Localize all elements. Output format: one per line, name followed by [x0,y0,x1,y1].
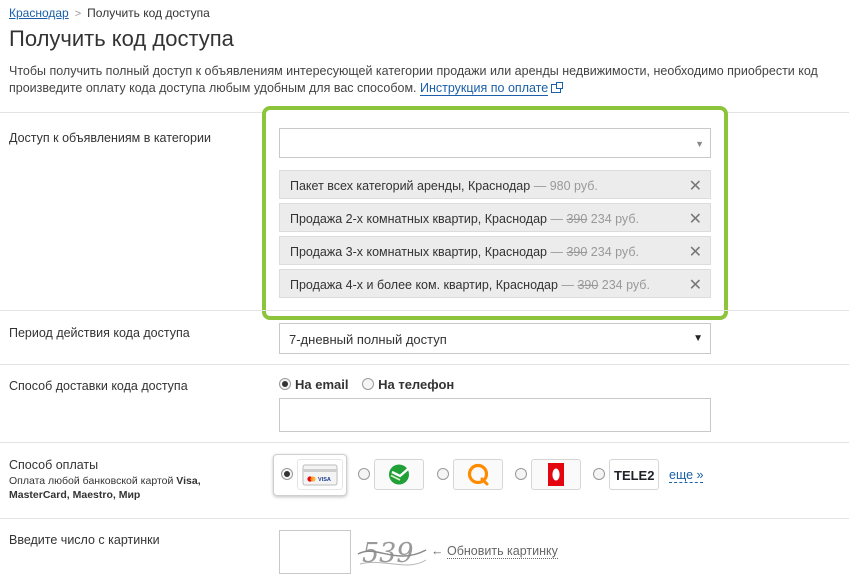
radio-icon[interactable] [593,468,605,480]
payment-sublabel-prefix: Оплата любой банковской картой [9,475,174,487]
payment-instructions-link[interactable]: Инструкция по оплате [420,81,549,96]
card-brand-label: VISA [318,477,331,483]
breadcrumb-current: Получить код доступа [87,6,210,20]
delivery-option-email-label: На email [295,377,349,392]
category-tag-price: 234 руб. [590,245,639,259]
category-tag-dash: — [550,212,563,226]
category-tag-dash: — [561,278,574,292]
radio-icon[interactable] [362,378,375,390]
category-tag-name: Пакет всех категорий аренды, Краснодар [290,179,531,193]
category-tag-price: 234 руб. [590,212,639,226]
breadcrumb: Краснодар > Получить код доступа [9,6,210,20]
category-tag-name: Продажа 2-х комнатных квартир, Краснодар [290,212,547,226]
category-select[interactable]: ▼ [279,128,711,158]
category-tag-old-price: 390 [566,245,588,259]
category-tag: Пакет всех категорий аренды, Краснодар —… [279,170,711,199]
bank-card-icon[interactable]: VISA [297,459,343,490]
tele2-graphic: TELE2 [614,468,654,483]
category-tag-dash: — [550,245,563,259]
captcha-label: Введите число с картинки [9,533,160,547]
delivery-options: На email На телефон [279,377,464,392]
breadcrumb-separator: > [74,8,82,20]
chevron-down-icon: ▼ [695,139,704,149]
mts-graphic [548,463,564,486]
period-select-value: 7-дневный полный доступ [289,332,447,347]
delivery-label: Способ доставки кода доступа [9,379,188,393]
category-tag-old-price: 390 [566,212,588,226]
external-link-icon [551,82,564,93]
remove-icon[interactable]: ✕ [689,242,702,262]
divider [0,518,849,519]
category-tag-price: 234 руб. [601,278,650,292]
category-tag: Продажа 4-х и более ком. квартир, Красно… [279,269,711,298]
mts-icon[interactable] [531,459,581,490]
category-tag: Продажа 2-х комнатных квартир, Краснодар… [279,203,711,232]
period-select[interactable]: 7-дневный полный доступ ▼ [279,323,711,354]
remove-icon[interactable]: ✕ [689,176,702,196]
remove-icon[interactable]: ✕ [689,209,702,229]
payment-label: Способ оплаты [9,458,99,472]
tele2-logo-text: TELE2 [614,468,654,483]
delivery-option-phone[interactable]: На телефон [362,377,454,392]
radio-selected-icon[interactable] [281,468,293,480]
captcha-digits: 539 [362,538,414,569]
sberbank-icon[interactable] [374,459,424,490]
qiwi-graphic [467,463,489,486]
category-tag: Продажа 3-х комнатных квартир, Краснодар… [279,236,711,265]
delivery-option-email[interactable]: На email [279,377,348,392]
captcha-input[interactable] [279,530,351,574]
more-payment-methods-link[interactable]: еще » [669,468,704,483]
period-label: Период действия кода доступа [9,326,190,340]
divider [0,442,849,443]
qiwi-icon[interactable] [453,459,503,490]
tele2-icon[interactable]: TELE2 [609,459,659,490]
arrow-left-icon: ← [431,544,444,558]
category-tag-dash: — [533,179,547,193]
radio-icon[interactable] [515,468,527,480]
category-tag-name: Продажа 3-х комнатных квартир, Краснодар [290,245,547,259]
intro-line-2: произведите оплату кода доступа любым уд… [9,81,417,95]
intro-line-1: Чтобы получить полный доступ к объявлени… [9,64,818,78]
refresh-captcha-link[interactable]: Обновить картинку [446,544,558,559]
payment-sublabel: Оплата любой банковской картой Visa, Mas… [9,474,239,502]
delivery-contact-input[interactable] [279,398,711,432]
categories-label: Доступ к объявлениям в категории [9,131,211,145]
intro-text: Чтобы получить полный доступ к объявлени… [9,63,849,97]
radio-selected-icon[interactable] [279,378,291,390]
divider [0,310,849,311]
remove-icon[interactable]: ✕ [689,275,702,295]
category-tag-old-price: 390 [577,278,599,292]
divider [0,364,849,365]
page-title: Получить код доступа [9,26,234,51]
refresh-captcha[interactable]: ← Обновить картинку [431,544,558,559]
breadcrumb-home-link[interactable]: Краснодар [9,6,69,20]
intro-line-2-wrap: произведите оплату кода доступа любым уд… [9,80,849,97]
bank-card-graphic: VISA [302,464,338,486]
category-tag-name: Продажа 4-х и более ком. квартир, Красно… [290,278,558,292]
radio-icon[interactable] [437,468,449,480]
chevron-down-icon: ▼ [693,333,703,344]
category-tag-price: 980 руб. [549,179,598,193]
radio-icon[interactable] [358,468,370,480]
delivery-option-phone-label: На телефон [378,377,455,392]
captcha-image: 539 [356,532,428,572]
sberbank-graphic [389,464,409,485]
